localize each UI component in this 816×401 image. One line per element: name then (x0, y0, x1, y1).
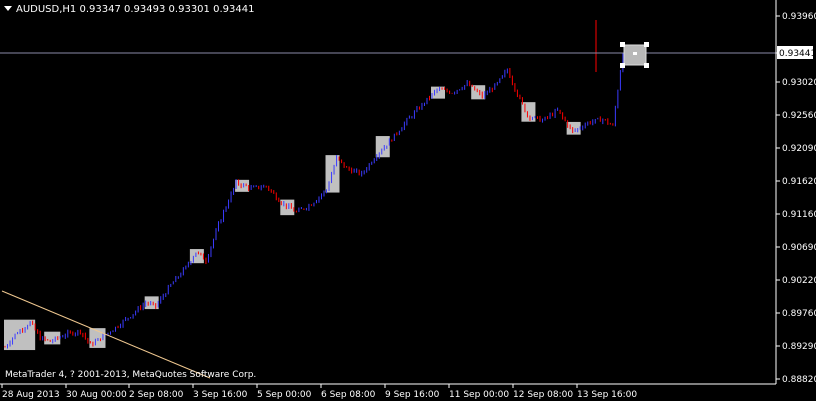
candles (4, 20, 644, 349)
x-tick-label: 13 Sep 16:00 (577, 390, 637, 400)
y-tick-label: 0.93020 (782, 78, 816, 88)
dropdown-triangle-icon[interactable] (4, 6, 12, 11)
session-box (325, 155, 340, 193)
symbol-timeframe: AUDUSD,H1 (16, 4, 77, 15)
session-box (471, 85, 486, 100)
x-tick-label: 30 Aug 00:00 (66, 390, 127, 400)
y-tick-label: 0.91620 (782, 177, 816, 187)
session-box (375, 136, 390, 158)
session-box (566, 121, 581, 135)
session-box (280, 199, 295, 216)
y-tick-label: 0.90690 (782, 243, 816, 253)
y-tick-label: 0.89760 (782, 309, 816, 319)
x-tick-label: 5 Sep 00:00 (257, 390, 312, 400)
x-tick-label: 6 Sep 08:00 (321, 390, 376, 400)
session-box (521, 102, 536, 122)
x-tick-label: 9 Sep 16:00 (385, 390, 440, 400)
price-chart[interactable]: 0.93960 0.93020 0.92560 0.92090 0.91620 0.911… (0, 0, 816, 401)
current-price-label: 0.93441 (779, 49, 816, 59)
session-box (189, 249, 204, 264)
y-tick-label: 0.88820 (782, 375, 816, 385)
time-axis: 28 Aug 2013 30 Aug 00:00 2 Sep 08:00 3 Sep … (0, 383, 776, 400)
y-tick-label: 0.93960 (782, 12, 816, 22)
resize-handle (644, 63, 649, 68)
x-tick-label: 11 Sep 00:00 (449, 390, 509, 400)
x-tick-label: 28 Aug 2013 (2, 390, 60, 400)
ohlc-values: 0.93347 0.93493 0.93301 0.93441 (79, 4, 255, 15)
session-box (235, 179, 250, 192)
y-tick-label: 0.91160 (782, 210, 816, 220)
y-tick-label: 0.92090 (782, 144, 816, 154)
resize-handle (620, 63, 625, 68)
y-tick-label: 0.89290 (782, 342, 816, 352)
x-tick-label: 12 Sep 08:00 (513, 390, 573, 400)
session-boxes (4, 85, 581, 351)
price-axis: 0.93960 0.93020 0.92560 0.92090 0.91620 0.911… (775, 0, 816, 385)
selected-object[interactable] (620, 42, 649, 68)
x-tick-label: 2 Sep 08:00 (129, 390, 184, 400)
chart-window[interactable]: 0.93960 0.93020 0.92560 0.92090 0.91620 0.911… (0, 0, 816, 401)
x-tick-label: 3 Sep 16:00 (193, 390, 248, 400)
session-box (144, 296, 159, 310)
y-tick-label: 0.90220 (782, 276, 816, 286)
resize-handle (644, 42, 649, 47)
y-tick-label: 0.92560 (782, 111, 816, 121)
resize-handle (633, 52, 637, 55)
copyright-text: MetaTrader 4, ? 2001-2013, MetaQuotes So… (5, 370, 257, 380)
chart-header: AUDUSD,H1 0.93347 0.93493 0.93301 0.9344… (4, 4, 254, 15)
resize-handle (620, 42, 625, 47)
session-box (431, 86, 446, 99)
